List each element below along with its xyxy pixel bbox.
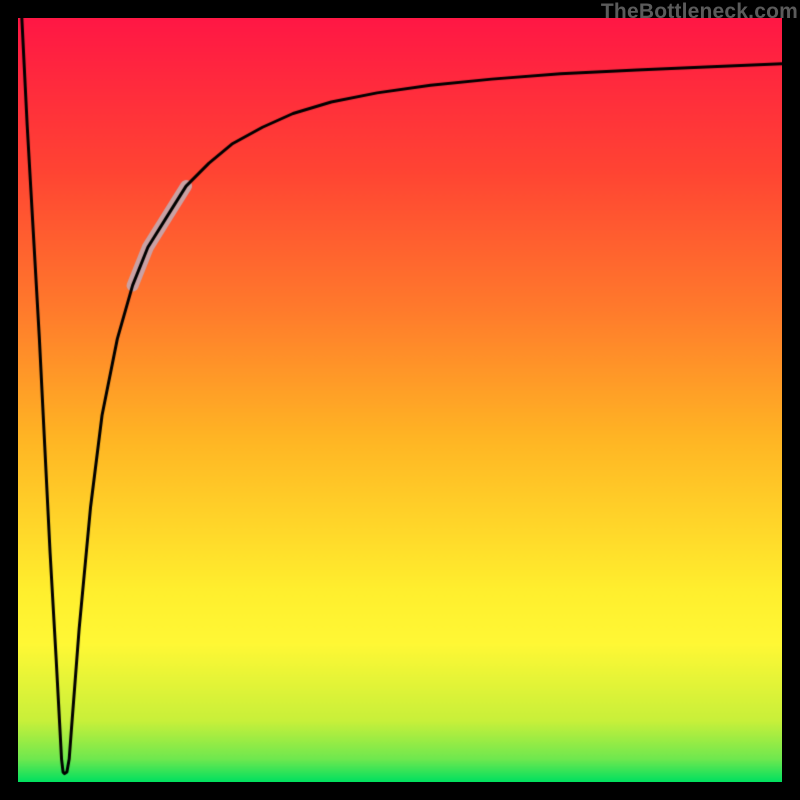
bottleneck-curve bbox=[18, 18, 782, 782]
plot-area bbox=[18, 18, 782, 782]
watermark-text: TheBottleneck.com bbox=[601, 0, 798, 24]
chart-frame: TheBottleneck.com bbox=[0, 0, 800, 800]
